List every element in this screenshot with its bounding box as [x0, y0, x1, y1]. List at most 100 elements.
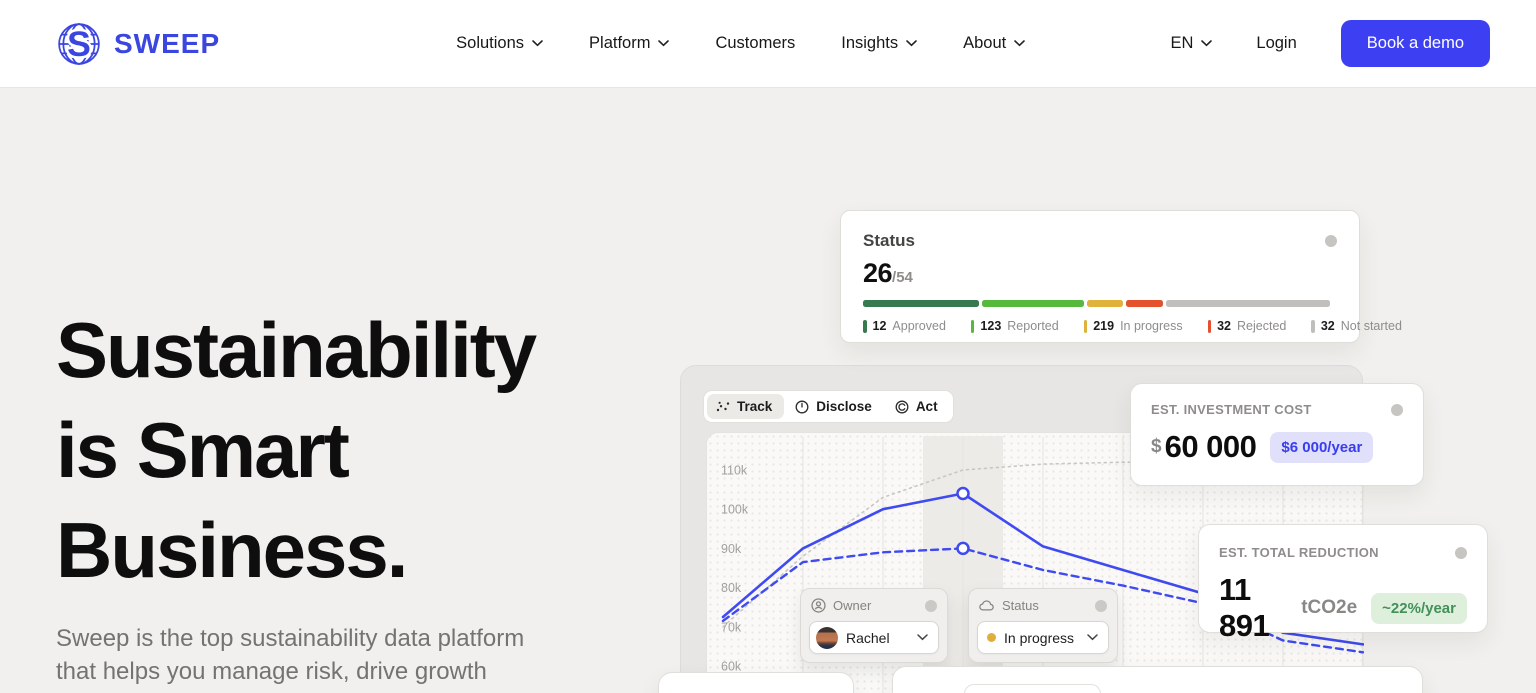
nav-item-insights[interactable]: Insights	[841, 34, 917, 53]
owner-select[interactable]: Rachel	[809, 621, 939, 654]
legend-marker	[1208, 320, 1212, 333]
legend-label: In progress	[1120, 319, 1183, 333]
status-segment-reported	[982, 300, 1084, 307]
legend-label: Reported	[1007, 319, 1058, 333]
investment-cost-card: EST. INVESTMENT COST $ 60 000 $6 000/yea…	[1130, 383, 1424, 486]
status-legend: 12 Approved 123 Reported 219 In progress 32 Rej…	[863, 319, 1337, 333]
status-segment-in-progress	[1087, 300, 1123, 307]
legend-item: 12 Approved	[863, 319, 946, 333]
status-filter-label: Status	[1002, 598, 1088, 613]
legend-count: 123	[980, 319, 1001, 333]
top-nav: S SWEEP Solutions Platform Customers Insigh…	[0, 0, 1536, 88]
status-total: /54	[892, 269, 913, 286]
status-filter-card: Status In progress	[968, 588, 1118, 663]
tab-label: Disclose	[816, 399, 872, 414]
bottom-metric-value: 30%	[1326, 685, 1418, 693]
logo-wordmark: SWEEP	[114, 28, 220, 60]
legend-item: 219 In progress	[1084, 319, 1183, 333]
drag-handle-dot-icon	[1391, 404, 1403, 416]
chevron-down-icon	[1014, 40, 1025, 47]
tab-disclose[interactable]: Disclose	[786, 394, 884, 419]
nav-item-about[interactable]: About	[963, 34, 1025, 53]
act-circle-icon	[895, 400, 909, 414]
scatter-dots-icon	[716, 401, 730, 413]
owner-filter-label: Owner	[833, 598, 918, 613]
investment-yearly-badge: $6 000/year	[1270, 432, 1373, 463]
legend-item: 123 Reported	[971, 319, 1059, 333]
language-selector[interactable]: EN	[1170, 34, 1212, 53]
drag-handle-dot-icon	[1325, 235, 1337, 247]
status-segment-approved	[863, 300, 979, 307]
legend-marker	[1084, 320, 1088, 333]
chevron-down-icon	[1201, 40, 1212, 47]
y-axis-tick-label: 80k	[721, 581, 742, 595]
legend-item: 32 Rejected	[1208, 319, 1287, 333]
y-axis-tick-label: 90k	[721, 542, 742, 556]
hero-subtext: Sweep is the top sustainability data pla…	[56, 622, 524, 688]
language-label: EN	[1170, 34, 1193, 53]
tab-track[interactable]: Track	[707, 394, 784, 419]
owner-filter-card: Owner Rachel	[800, 588, 948, 663]
in-progress-dot-icon	[987, 633, 996, 642]
main-nav: Solutions Platform Customers Insights About	[456, 34, 1025, 53]
legend-count: 32	[1217, 319, 1231, 333]
chart-marker-projection	[958, 488, 969, 499]
status-segment-rejected	[1126, 300, 1164, 307]
y-axis-tick-label: 110k	[721, 464, 748, 478]
dashboard-tabbar: Track Disclose Act	[703, 390, 954, 423]
legend-item: 32Not started	[1311, 319, 1402, 333]
reduction-value: 11 891	[1219, 572, 1294, 644]
sweep-logo[interactable]: S SWEEP	[56, 21, 220, 67]
status-select[interactable]: In progress	[977, 621, 1109, 654]
owner-card-partial: OWNER	[658, 672, 854, 693]
legend-label: Approved	[892, 319, 946, 333]
legend-marker	[863, 320, 867, 333]
globe-logo-icon: S	[56, 21, 102, 67]
tab-act[interactable]: Act	[886, 394, 950, 419]
sweep-landing-page: S SWEEP Solutions Platform Customers Insigh…	[0, 0, 1536, 693]
nav-item-solutions[interactable]: Solutions	[456, 34, 543, 53]
cloud-icon	[979, 599, 995, 612]
info-icon	[1095, 600, 1107, 612]
drag-handle-dot-icon	[1455, 547, 1467, 559]
status-card: Status 26/54 12Approved123Reported219In …	[840, 210, 1360, 343]
currency-symbol: $	[1151, 436, 1162, 458]
bottom-card-pill[interactable]	[964, 684, 1101, 693]
y-axis-tick-label: 70k	[721, 620, 742, 634]
avatar	[816, 627, 838, 649]
chevron-down-icon	[1087, 634, 1098, 641]
owner-select-value: Rachel	[846, 630, 917, 646]
page-title: Sustainability is Smart Business.	[56, 300, 535, 600]
status-segment-not-started	[1166, 300, 1330, 307]
nav-item-label: Solutions	[456, 34, 524, 53]
chart-marker-target	[958, 543, 969, 554]
status-select-value: In progress	[1004, 630, 1087, 646]
legend-label: Rejected	[1237, 319, 1286, 333]
legend-count: 219	[1093, 319, 1114, 333]
reduction-yearly-badge: ~22%/year	[1371, 593, 1467, 624]
legend-count: 32	[1321, 319, 1335, 333]
legend-count: 12	[873, 319, 887, 333]
status-progress-bar	[863, 300, 1337, 307]
info-icon	[925, 600, 937, 612]
y-axis-tick-label: 100k	[721, 503, 749, 517]
total-reduction-card: EST. TOTAL REDUCTION 11 891 tCO2e ~22%/y…	[1198, 524, 1488, 633]
nav-item-platform[interactable]: Platform	[589, 34, 669, 53]
bottom-metric-card-partial: 30%	[892, 666, 1423, 693]
nav-item-customers[interactable]: Customers	[715, 34, 795, 53]
headline-line: Business.	[56, 500, 535, 600]
book-demo-button[interactable]: Book a demo	[1341, 20, 1490, 67]
chevron-down-icon	[658, 40, 669, 47]
status-count: 26/54	[863, 258, 1337, 289]
legend-marker	[971, 320, 975, 333]
tab-label: Track	[737, 399, 772, 414]
chevron-down-icon	[906, 40, 917, 47]
header-right: EN Login Book a demo	[1170, 20, 1490, 67]
login-link[interactable]: Login	[1256, 34, 1296, 53]
legend-marker	[1311, 320, 1315, 333]
investment-value: 60 000	[1165, 429, 1257, 465]
clock-icon	[795, 400, 809, 414]
reduction-card-title: EST. TOTAL REDUCTION	[1219, 545, 1379, 560]
investment-card-title: EST. INVESTMENT COST	[1151, 402, 1312, 417]
headline-line: Sustainability	[56, 300, 535, 400]
